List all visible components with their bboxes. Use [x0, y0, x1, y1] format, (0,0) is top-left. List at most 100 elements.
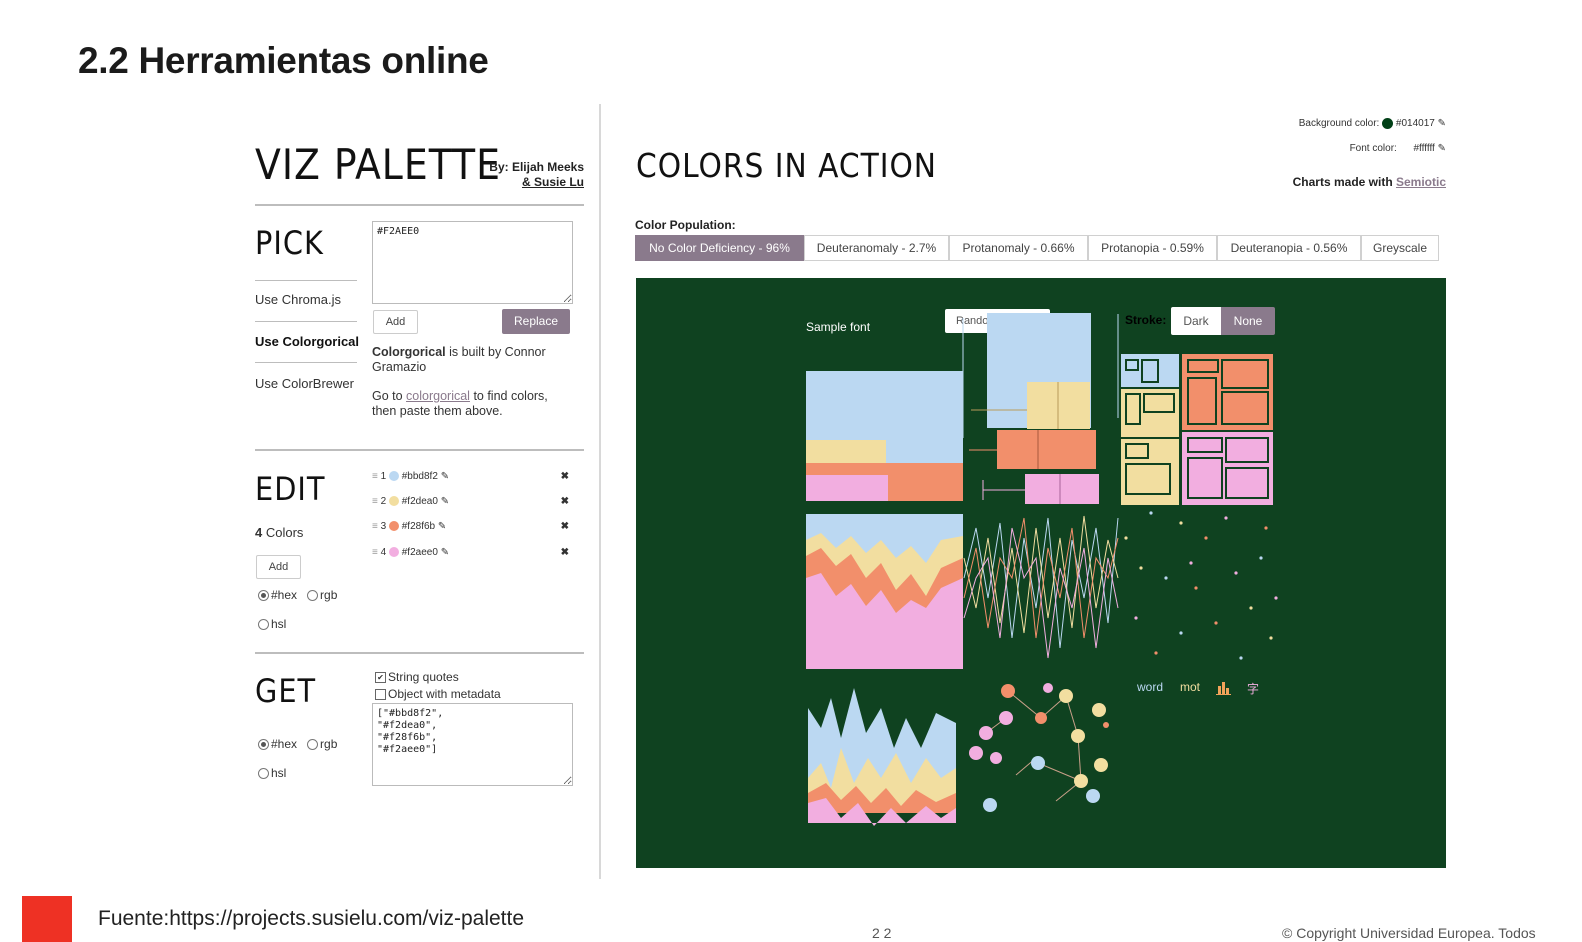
bg-color-value: #014017 [1395, 118, 1435, 130]
get-rgb-radio[interactable] [307, 739, 319, 751]
color-swatch[interactable] [388, 496, 399, 507]
color-index: 1 [380, 471, 387, 482]
tab-greyscale[interactable]: Greyscale [1361, 235, 1439, 261]
drag-handle-icon[interactable]: ≡ [372, 471, 378, 482]
get-rgb-label: rgb [320, 737, 338, 751]
output-textarea[interactable] [372, 703, 573, 786]
pick-nav-divider [255, 321, 357, 322]
pick-replace-button[interactable]: Replace [502, 309, 570, 334]
pick-add-button[interactable]: Add [373, 310, 418, 334]
string-quotes-option: ✔ String quotes [375, 670, 459, 684]
nav-colorbrewer[interactable]: Use ColorBrewer [255, 376, 354, 391]
tab-no-deficiency[interactable]: No Color Deficiency - 96% [635, 235, 804, 261]
panel-divider [599, 104, 601, 879]
accent-block [22, 896, 72, 942]
line-chart [963, 515, 1119, 659]
font-color-setting: Font color: #ffffff ✎ [1200, 143, 1446, 154]
edit-pencil-icon[interactable]: ✎ [441, 496, 449, 507]
network-chart [969, 683, 1109, 812]
string-quotes-label: String quotes [388, 670, 459, 684]
color-population-label: Color Population: [635, 218, 736, 232]
color-count: 4 Colors [255, 525, 303, 540]
goto-prefix: Go to [372, 389, 407, 403]
box-orange [997, 430, 1096, 469]
font-edit-pencil-icon[interactable]: ✎ [1438, 143, 1446, 154]
edit-hex-label: #hex [271, 588, 298, 602]
treemap-chart [1119, 352, 1275, 507]
get-hex-radio[interactable] [258, 739, 269, 751]
area-chart [806, 514, 963, 669]
bg-color-swatch[interactable] [1382, 118, 1394, 129]
remove-color-icon[interactable]: ✖ [561, 496, 569, 507]
colors-in-action-title: COLORS IN ACTION [636, 146, 938, 185]
divider-edit [255, 652, 584, 654]
object-metadata-checkbox[interactable] [375, 689, 386, 701]
pick-nav-divider [255, 362, 357, 363]
get-format-hsl: hsl [258, 766, 286, 780]
drag-handle-icon[interactable]: ≡ [372, 521, 378, 532]
pick-heading: PICK [255, 224, 324, 262]
edit-rgb-radio[interactable] [307, 590, 319, 602]
mot-sample: mot [1180, 680, 1201, 694]
charts-credit: Charts made with Semiotic [1200, 175, 1446, 189]
source-caption: Fuente:https://projects.susielu.com/viz-… [98, 907, 525, 930]
edit-pencil-icon[interactable]: ✎ [441, 471, 449, 482]
edit-add-button[interactable]: Add [256, 555, 301, 579]
bg-color-label: Background color: [1298, 118, 1380, 130]
pick-color-input[interactable] [372, 221, 573, 304]
nav-chromajs[interactable]: Use Chroma.js [255, 292, 341, 307]
get-heading: GET [255, 672, 317, 710]
get-format-options: #hex rgb [258, 737, 337, 751]
remove-color-icon[interactable]: ✖ [561, 521, 569, 532]
color-index: 3 [380, 521, 387, 532]
font-color-label: Font color: [1349, 143, 1397, 154]
nav-colorgorical[interactable]: Use Colorgorical [255, 334, 359, 349]
edit-format-hsl: hsl [258, 617, 286, 631]
color-row: ≡ 1 #bbd8f2 ✎ ✖ [372, 471, 572, 496]
semiotic-link[interactable]: Semiotic [1396, 175, 1446, 189]
color-hex: #f28f6b [401, 521, 436, 532]
drag-handle-icon[interactable]: ≡ [372, 547, 378, 558]
color-swatch[interactable] [388, 547, 399, 558]
tab-protanomaly[interactable]: Protanomaly - 0.66% [949, 235, 1088, 261]
color-count-label: Colors [262, 525, 304, 540]
edit-rgb-label: rgb [320, 588, 338, 602]
edit-pencil-icon[interactable]: ✎ [438, 521, 446, 532]
remove-color-icon[interactable]: ✖ [561, 547, 569, 558]
color-index: 2 [380, 496, 387, 507]
tab-protanopia[interactable]: Protanopia - 0.59% [1088, 235, 1217, 261]
get-hex-label: #hex [271, 737, 298, 751]
edit-format-options: #hex rgb [258, 588, 337, 602]
colorgorical-link[interactable]: colorgorical [406, 389, 470, 403]
word-sample: word [1137, 680, 1164, 694]
drag-handle-icon[interactable]: ≡ [372, 496, 378, 507]
divider-title [255, 204, 584, 206]
tab-deuteranopia[interactable]: Deuteranopia - 0.56% [1217, 235, 1361, 261]
sample-charts [806, 313, 1278, 826]
edit-hsl-radio[interactable] [258, 619, 269, 631]
character-sample: 字 [1247, 682, 1260, 696]
string-quotes-checkbox[interactable]: ✔ [375, 672, 386, 684]
charts-made-label: Charts made with [1292, 175, 1396, 189]
scatter-chart [1124, 511, 1278, 660]
color-row: ≡ 3 #f28f6b ✎ ✖ [372, 521, 572, 547]
page-number: 2 2 [872, 925, 892, 941]
remove-color-icon[interactable]: ✖ [561, 471, 569, 482]
color-swatch[interactable] [388, 521, 399, 532]
color-swatch[interactable] [388, 471, 399, 482]
stacked-bar-chart [806, 371, 963, 501]
app-title: VIZ PALETTE [255, 140, 501, 189]
color-list: ≡ 1 #bbd8f2 ✎ ✖ ≡ 2 #f2dea0 ✎ ✖ ≡ 3 #f28… [372, 471, 572, 572]
pick-nav-divider [255, 280, 357, 281]
color-row: ≡ 2 #f2dea0 ✎ ✖ [372, 496, 572, 521]
bg-edit-pencil-icon[interactable]: ✎ [1438, 118, 1446, 129]
chart-preview-area: Sample font Rando Stroke: Dark None word… [636, 278, 1446, 868]
edit-pencil-icon[interactable]: ✎ [441, 547, 449, 558]
tab-deuteranomaly[interactable]: Deuteranomaly - 2.7% [804, 235, 949, 261]
get-hsl-label: hsl [271, 766, 287, 780]
boxplot-chart [962, 313, 1119, 504]
bar-chart-icon [1216, 682, 1231, 695]
get-hsl-radio[interactable] [258, 768, 269, 780]
box-pink [1025, 474, 1099, 504]
edit-hex-radio[interactable] [258, 590, 269, 602]
